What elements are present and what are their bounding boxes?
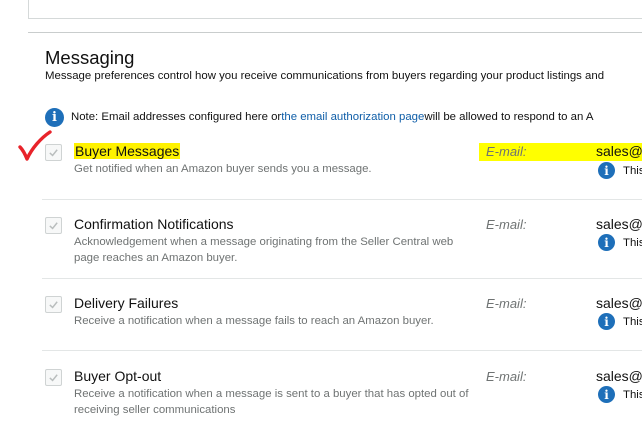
note-suffix: will be allowed to respond to an A [424,111,594,123]
status-text: This [623,388,642,401]
check-icon [49,301,58,309]
delivery-failures-checkbox[interactable] [45,296,62,313]
preference-description: Get notified when an Amazon buyer sends … [74,163,372,175]
status-line: i This [598,313,642,330]
preference-description: Receive a notification when a message is… [74,388,469,416]
email-address[interactable]: sales@ [596,368,642,384]
buyer-messages-checkbox[interactable] [45,144,62,161]
preference-label: Delivery Failures [74,295,179,311]
row-divider [42,199,642,200]
status-line: i This [598,162,642,179]
preference-description: Receive a notification when a message fa… [74,315,434,327]
status-line: i This [598,234,642,251]
check-icon [49,149,58,157]
status-line: i This [598,386,642,403]
status-text: This [623,236,642,249]
preference-label: Buyer Opt-out [74,368,162,384]
email-address[interactable]: sales@ [596,295,642,311]
row-divider [42,350,642,351]
status-text: This [623,164,642,177]
email-address[interactable]: sales@ [596,216,642,232]
status-text: This [623,315,642,328]
preference-description: Acknowledgement when a message originati… [74,236,454,264]
note-prefix: Note: Email addresses configured here or [71,111,282,123]
previous-section-box [28,0,642,19]
email-authorization-link[interactable]: the email authorization page [281,111,424,123]
email-address[interactable]: sales@ [596,143,642,159]
confirmation-notifications-checkbox[interactable] [45,217,62,234]
row-divider [42,278,642,279]
preference-label: Confirmation Notifications [74,216,234,232]
info-icon: i [45,107,64,127]
buyer-opt-out-checkbox[interactable] [45,369,62,386]
section-title: Messaging [45,47,135,68]
email-label: E-mail: [486,144,527,159]
section-subtitle: Message preferences control how you rece… [45,70,605,82]
info-icon[interactable]: i [598,386,615,403]
email-note: i Note: Email addresses configured here … [45,107,593,127]
email-label: E-mail: [486,217,527,232]
email-label: E-mail: [486,369,527,384]
email-label: E-mail: [486,296,527,311]
info-icon[interactable]: i [598,313,615,330]
section-divider [28,32,642,33]
check-icon [49,222,58,230]
preference-label: Buyer Messages [74,143,181,159]
check-icon [49,374,58,382]
info-icon[interactable]: i [598,162,615,179]
info-icon[interactable]: i [598,234,615,251]
